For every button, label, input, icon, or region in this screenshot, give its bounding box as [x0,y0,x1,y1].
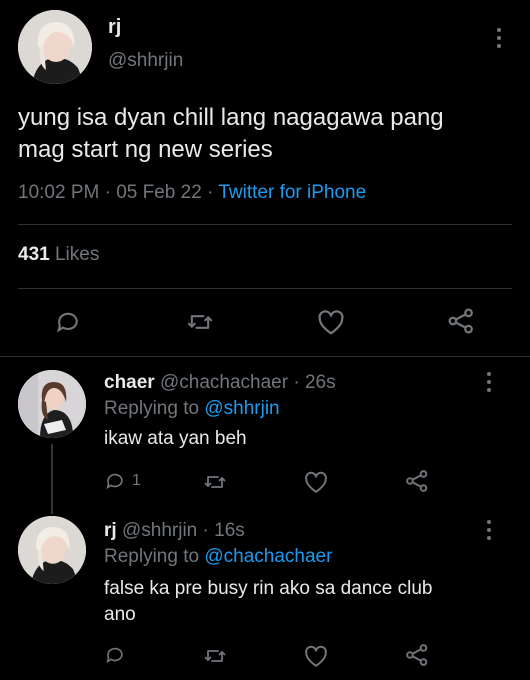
more-icon[interactable] [486,372,492,396]
reply-text: ikaw ata yan beh [104,428,247,449]
like-icon[interactable] [303,470,329,494]
more-icon[interactable] [496,28,502,52]
handle[interactable]: @chachachaer [160,372,288,393]
retweet-icon[interactable] [203,644,227,668]
likes-stat[interactable]: 431 Likes [18,244,99,266]
like-icon[interactable] [316,308,346,336]
reply-text-line-1: false ka pre busy rin ako sa dance club [104,578,433,599]
reply-icon[interactable] [104,470,126,492]
reply-count: 1 [132,472,141,489]
replying-to: Replying to @chachachaer [104,546,332,568]
retweet-icon[interactable] [203,470,227,494]
like-icon[interactable] [303,644,329,668]
replying-to-handle[interactable]: @chachachaer [204,546,332,567]
divider [18,288,512,289]
divider [0,356,530,357]
avatar[interactable] [18,10,92,84]
reply-age[interactable]: 16s [214,520,245,541]
avatar[interactable] [18,516,86,584]
tweet-text-line-1: yung isa dyan chill lang nagagawa pang [18,104,444,131]
display-name[interactable]: chaer [104,372,155,393]
reply-age[interactable]: 26s [305,372,336,393]
tweet-source[interactable]: Twitter for iPhone [218,182,366,203]
divider [18,224,512,225]
meta-separator: · [207,182,214,203]
handle[interactable]: @shhrjin [108,50,183,72]
retweet-icon[interactable] [186,308,214,336]
reply-header: rj @shhrjin · 16s [104,520,245,542]
replying-to-handle[interactable]: @shhrjin [204,398,279,419]
tweet-text-line-2: mag start ng new series [18,136,273,163]
replying-to-label: Replying to [104,398,200,419]
reply-header: chaer @chachachaer · 26s [104,372,336,394]
tweet-date[interactable]: 05 Feb 22 [116,182,202,203]
tweet-time[interactable]: 10:02 PM [18,182,99,203]
share-icon[interactable] [404,468,430,494]
meta-separator: · [202,520,209,541]
share-icon[interactable] [446,306,476,336]
likes-label: Likes [54,244,100,265]
replying-to-label: Replying to [104,546,200,567]
reply-icon[interactable] [104,644,126,666]
reply-text-line-2: ano [104,604,136,625]
thread-line [51,444,53,514]
replying-to: Replying to @shhrjin [104,398,280,420]
avatar[interactable] [18,370,86,438]
likes-count: 431 [18,244,50,265]
share-icon[interactable] [404,642,430,668]
tweet-meta: 10:02 PM · 05 Feb 22 · Twitter for iPhon… [18,182,366,204]
reply-icon[interactable] [54,308,82,336]
meta-separator: · [293,372,300,393]
display-name[interactable]: rj [104,520,117,541]
meta-separator: · [104,182,111,203]
handle[interactable]: @shhrjin [122,520,197,541]
more-icon[interactable] [486,520,492,544]
display-name[interactable]: rj [108,16,121,39]
